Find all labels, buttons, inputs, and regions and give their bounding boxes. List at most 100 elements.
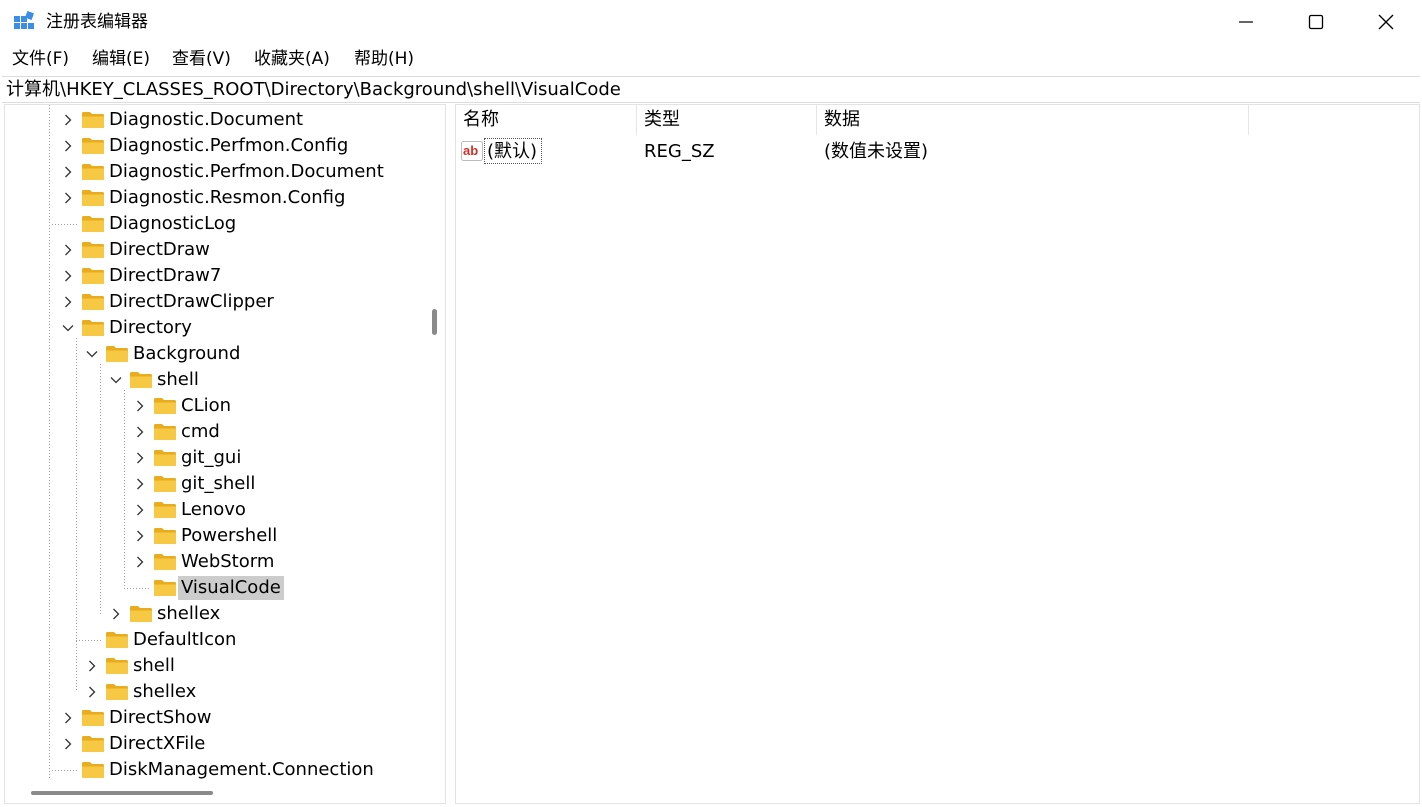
menu-view[interactable]: 查看(V)	[172, 48, 231, 70]
minimize-icon	[1239, 21, 1253, 23]
folder-icon	[106, 658, 128, 674]
tree-item-label[interactable]: DirectDraw7	[106, 264, 224, 288]
folder-icon	[82, 242, 104, 258]
registry-editor-icon	[14, 11, 34, 29]
folder-icon	[82, 762, 104, 778]
folder-icon	[154, 502, 176, 518]
chevron-right-icon[interactable]	[62, 712, 74, 724]
chevron-right-icon[interactable]	[134, 504, 146, 516]
folder-icon	[82, 138, 104, 154]
folder-icon	[154, 528, 176, 544]
tree-item-label[interactable]: DiagnosticLog	[106, 212, 239, 236]
tree-item-label[interactable]: Background	[130, 342, 243, 366]
address-bar[interactable]: 计算机\HKEY_CLASSES_ROOT\Directory\Backgrou…	[2, 76, 1420, 103]
folder-icon	[82, 190, 104, 206]
tree-item-label[interactable]: DiskManagement.Connection	[106, 758, 377, 782]
tree-item-label[interactable]: DirectDrawClipper	[106, 290, 277, 314]
folder-icon	[82, 112, 104, 128]
chevron-right-icon[interactable]	[86, 686, 98, 698]
tree-item-label[interactable]: Powershell	[178, 524, 280, 548]
menu-bar: 文件(F) 编辑(E) 查看(V) 收藏夹(A) 帮助(H)	[0, 44, 1422, 75]
tree-item-label[interactable]: DirectShow	[106, 706, 214, 730]
folder-icon	[82, 710, 104, 726]
tree-item-label[interactable]: shellex	[130, 680, 199, 704]
tree-item-label[interactable]: DirectXFile	[106, 732, 208, 756]
column-header-data[interactable]: 数据	[817, 105, 1249, 135]
chevron-right-icon[interactable]	[110, 608, 122, 620]
tree-vertical-scrollbar[interactable]	[427, 105, 445, 803]
window-title: 注册表编辑器	[46, 12, 148, 32]
chevron-right-icon[interactable]	[62, 244, 74, 256]
tree-item-label[interactable]: cmd	[178, 420, 223, 444]
folder-icon	[106, 684, 128, 700]
tree-item-label[interactable]: DirectDraw	[106, 238, 213, 262]
values-list-pane[interactable]: 名称 类型 数据 ab (默认) REG_SZ (数值未设置)	[455, 104, 1420, 804]
chevron-right-icon[interactable]	[134, 478, 146, 490]
tree-item-label[interactable]: git_shell	[178, 472, 258, 496]
value-data: (数值未设置)	[824, 141, 929, 162]
close-button[interactable]	[1351, 0, 1421, 44]
chevron-right-icon[interactable]	[62, 296, 74, 308]
folder-icon	[130, 372, 152, 388]
column-header-type[interactable]: 类型	[637, 105, 817, 135]
maximize-icon	[1308, 14, 1324, 30]
folder-icon	[82, 736, 104, 752]
folder-icon	[82, 294, 104, 310]
tree-item-label[interactable]: Lenovo	[178, 498, 249, 522]
chevron-right-icon[interactable]	[134, 400, 146, 412]
tree-item-label[interactable]: VisualCode	[178, 576, 284, 600]
tree-item-label[interactable]: shell	[130, 654, 178, 678]
chevron-right-icon[interactable]	[62, 270, 74, 282]
tree-item-label[interactable]: Diagnostic.Resmon.Config	[106, 186, 348, 210]
folder-icon	[154, 450, 176, 466]
chevron-right-icon[interactable]	[134, 556, 146, 568]
chevron-right-icon[interactable]	[62, 738, 74, 750]
menu-file[interactable]: 文件(F)	[12, 48, 69, 70]
maximize-button[interactable]	[1281, 0, 1351, 44]
folder-icon	[82, 164, 104, 180]
chevron-right-icon[interactable]	[62, 140, 74, 152]
minimize-button[interactable]	[1211, 0, 1281, 44]
tree-item-label[interactable]: Diagnostic.Document	[106, 108, 306, 132]
tree-item-label[interactable]: shell	[154, 368, 202, 392]
tree-item-label[interactable]: CLion	[178, 394, 234, 418]
folder-icon	[106, 346, 128, 362]
tree-item-label[interactable]: DefaultIcon	[130, 628, 239, 652]
tree-vertical-scroll-thumb[interactable]	[432, 309, 437, 335]
folder-icon	[82, 216, 104, 232]
close-icon	[1378, 14, 1394, 30]
tree-item-label[interactable]: WebStorm	[178, 550, 277, 574]
folder-icon	[154, 424, 176, 440]
folder-icon	[106, 632, 128, 648]
chevron-down-icon[interactable]	[86, 348, 98, 360]
menu-favorites[interactable]: 收藏夹(A)	[254, 48, 330, 70]
folder-icon	[154, 476, 176, 492]
folder-icon	[82, 268, 104, 284]
column-header-name[interactable]: 名称	[456, 105, 637, 135]
tree-item-label[interactable]: Directory	[106, 316, 195, 340]
chevron-right-icon[interactable]	[134, 426, 146, 438]
chevron-right-icon[interactable]	[62, 166, 74, 178]
title-bar: 注册表编辑器	[0, 0, 1422, 44]
value-name[interactable]: (默认)	[487, 140, 537, 164]
chevron-right-icon[interactable]	[86, 660, 98, 672]
tree-item-label[interactable]: Diagnostic.Perfmon.Config	[106, 134, 351, 158]
key-tree-pane[interactable]: Diagnostic.Document Diagnostic.Perfmon.Co…	[4, 104, 446, 804]
string-value-icon: ab	[461, 141, 483, 161]
tree-item-label[interactable]: shellex	[154, 602, 223, 626]
chevron-right-icon[interactable]	[62, 114, 74, 126]
folder-icon	[154, 580, 176, 596]
tree-horizontal-scroll-thumb[interactable]	[31, 791, 213, 795]
chevron-down-icon[interactable]	[62, 322, 74, 334]
chevron-right-icon[interactable]	[134, 530, 146, 542]
value-type: REG_SZ	[644, 141, 715, 162]
chevron-down-icon[interactable]	[110, 374, 122, 386]
tree-item-label[interactable]: Diagnostic.Perfmon.Document	[106, 160, 387, 184]
tree-item-label[interactable]: git_gui	[178, 446, 244, 470]
chevron-right-icon[interactable]	[134, 452, 146, 464]
svg-text:ab: ab	[463, 143, 478, 158]
menu-help[interactable]: 帮助(H)	[354, 48, 414, 70]
address-path[interactable]: 计算机\HKEY_CLASSES_ROOT\Directory\Backgrou…	[6, 79, 621, 101]
menu-edit[interactable]: 编辑(E)	[92, 48, 150, 70]
chevron-right-icon[interactable]	[62, 192, 74, 204]
